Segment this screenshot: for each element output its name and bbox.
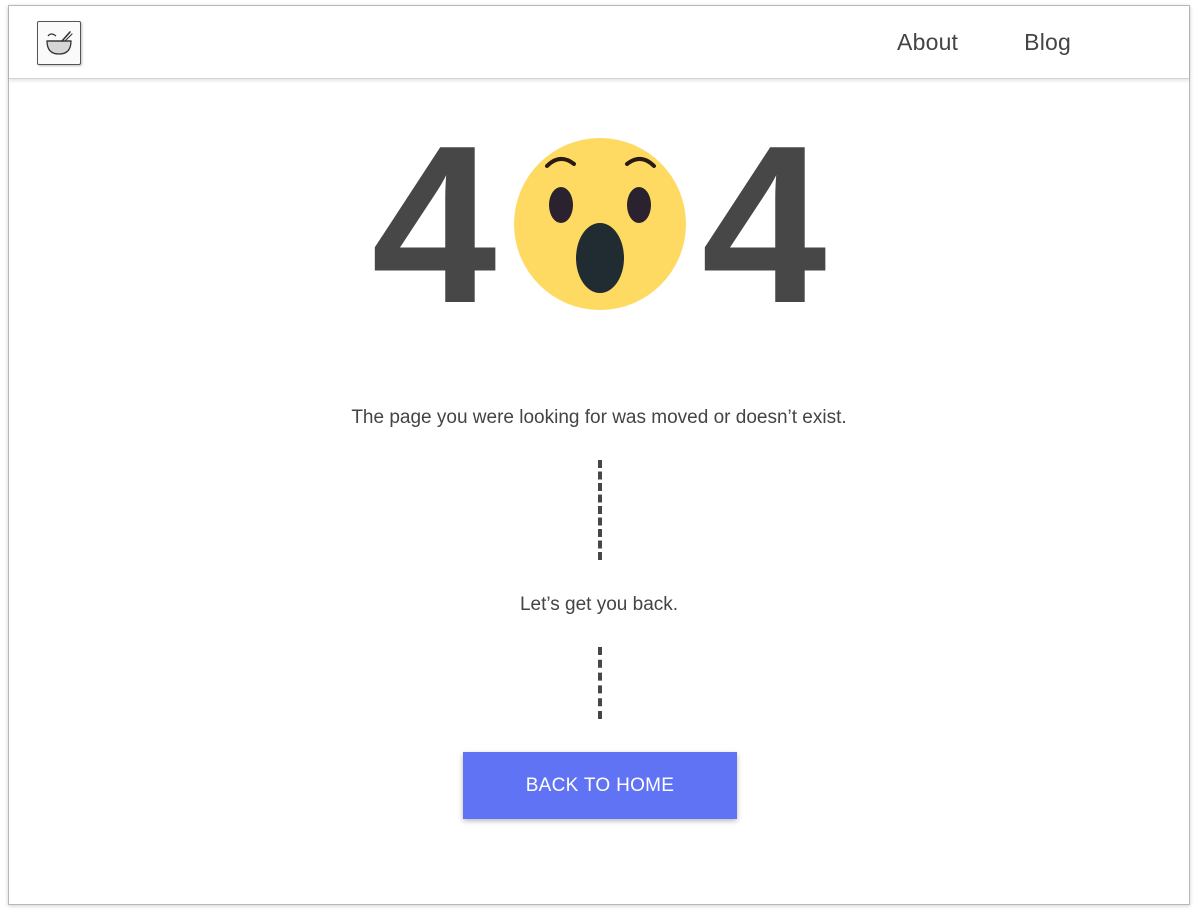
nav-link-about[interactable]: About xyxy=(897,29,958,56)
top-navbar: About Blog xyxy=(9,6,1189,79)
error-404-graphic: 4 4 xyxy=(9,111,1189,336)
error-digit-right: 4 xyxy=(701,97,827,350)
dashed-divider xyxy=(598,647,602,719)
nav-links: About Blog xyxy=(897,6,1071,79)
browser-frame: About Blog 4 4 The page you were looking… xyxy=(8,5,1190,905)
surprised-face-icon xyxy=(514,138,686,310)
logo-button[interactable] xyxy=(37,21,81,65)
nav-link-blog[interactable]: Blog xyxy=(1024,29,1071,56)
back-to-home-button[interactable]: BACK TO HOME xyxy=(463,752,737,819)
mortar-pestle-icon xyxy=(46,31,73,55)
error-digit-left: 4 xyxy=(371,97,497,350)
error-submessage: Let’s get you back. xyxy=(519,594,679,615)
dashed-divider xyxy=(598,460,602,560)
error-message: The page you were looking for was moved … xyxy=(351,407,847,428)
